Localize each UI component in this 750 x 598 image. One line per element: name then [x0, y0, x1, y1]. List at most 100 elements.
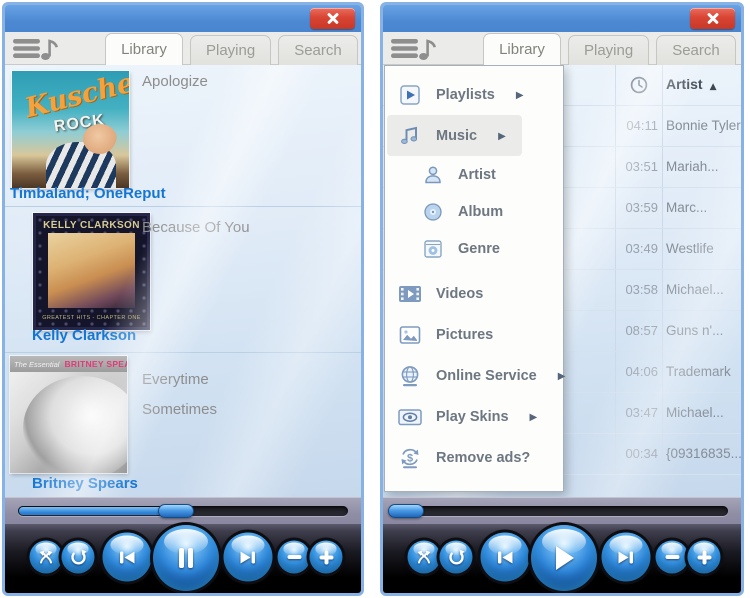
duration-cell: 04:11	[611, 118, 658, 133]
menu-item-label: Videos	[436, 286, 483, 302]
shuffle-button[interactable]	[408, 541, 441, 574]
previous-icon	[495, 549, 516, 565]
album-cover[interactable]: Kuschel ROCK	[12, 71, 129, 188]
duration-cell: 03:51	[611, 159, 658, 174]
track-title[interactable]: Because Of You	[142, 219, 250, 236]
menu-item-remove-ads[interactable]: $ Remove ads?	[385, 437, 563, 478]
plus-icon	[319, 550, 333, 564]
music-list-icon	[13, 36, 61, 62]
artist-cell: Michael...	[666, 405, 724, 420]
cover-photo	[23, 376, 127, 473]
tab-playing[interactable]: Playing	[190, 35, 271, 65]
tab-search[interactable]: Search	[656, 35, 736, 65]
track-title[interactable]: Everytime	[142, 371, 209, 388]
volume-down-button[interactable]	[656, 541, 689, 574]
library-menu-button[interactable]	[391, 36, 439, 62]
menu-item-album[interactable]: Album	[385, 193, 563, 230]
menu-item-playlists[interactable]: Playlists ▶	[385, 74, 563, 115]
close-button[interactable]	[690, 8, 735, 29]
next-icon	[616, 549, 637, 565]
menu-item-label: Online Service	[436, 368, 537, 384]
menu-item-genre[interactable]: Genre	[385, 230, 563, 267]
tab-bar: Library Playing Search	[5, 32, 361, 65]
menu-item-label: Remove ads?	[436, 450, 530, 466]
duration-cell: 03:58	[611, 282, 658, 297]
seek-thumb[interactable]	[158, 504, 194, 518]
cover-title: KELLY CLARKSON	[33, 220, 150, 231]
menu-item-artist[interactable]: Artist	[385, 156, 563, 193]
cover-photo	[48, 233, 135, 308]
player-window-library-menu: Library Playing Search Artist▲ 04:11 Bon…	[380, 2, 744, 596]
next-icon	[238, 549, 259, 565]
menu-item-label: Album	[458, 204, 503, 220]
artist-cell: Mariah...	[666, 159, 719, 174]
menu-item-label: Genre	[458, 241, 500, 257]
playback-controls	[5, 524, 361, 593]
seek-thumb[interactable]	[388, 504, 424, 518]
play-icon	[551, 544, 577, 572]
menu-item-music[interactable]: Music ▶	[387, 115, 522, 156]
repeat-icon	[448, 549, 464, 565]
seek-strip	[5, 497, 361, 524]
plus-icon	[697, 550, 711, 564]
duration-column-header[interactable]	[630, 76, 648, 99]
artist-header-label: Artist	[666, 76, 703, 92]
music-list-icon	[391, 36, 439, 62]
album-list: Kuschel ROCK Apologize Timbaland; OneRep…	[5, 65, 361, 497]
artist-cell: Guns n'...	[666, 323, 723, 338]
pictures-icon	[397, 325, 423, 345]
artist-cell: Marc...	[666, 200, 707, 215]
playback-controls	[383, 524, 741, 593]
titlebar[interactable]	[5, 5, 361, 32]
library-menu: Playlists ▶ Music ▶	[384, 65, 564, 492]
close-button[interactable]	[310, 8, 355, 29]
volume-up-button[interactable]	[688, 541, 721, 574]
menu-item-online-service[interactable]: Online Service ▶	[385, 355, 563, 396]
tabs: Library Playing Search	[483, 33, 736, 65]
tab-library[interactable]: Library	[105, 33, 183, 65]
seek-slider[interactable]	[396, 506, 728, 516]
player-window-library-albums: Library Playing Search Kuschel ROCK Apol…	[2, 2, 364, 596]
seek-slider[interactable]	[18, 506, 348, 516]
previous-button[interactable]	[481, 533, 530, 582]
next-button[interactable]	[602, 533, 651, 582]
album-cover[interactable]: The Essential BRITNEY SPEARS	[10, 356, 127, 473]
track-title[interactable]: Sometimes	[142, 401, 217, 418]
close-icon	[327, 13, 339, 25]
menu-item-videos[interactable]: Videos	[385, 273, 563, 314]
track-title[interactable]: Apologize	[142, 73, 208, 90]
previous-button[interactable]	[103, 533, 152, 582]
duration-cell: 04:06	[611, 364, 658, 379]
cover-subtitle: GREATEST HITS - CHAPTER ONE	[33, 315, 150, 321]
play-button[interactable]	[531, 525, 597, 591]
titlebar[interactable]	[383, 5, 741, 32]
cover-subtitle: BRITNEY SPEARS	[64, 359, 127, 369]
artist-link[interactable]: Britney Spears	[32, 475, 138, 492]
repeat-button[interactable]	[440, 541, 473, 574]
artist-link[interactable]: Timbaland; OneReput	[10, 185, 166, 202]
svg-text:$: $	[407, 452, 413, 464]
album-cover[interactable]: KELLY CLARKSON GREATEST HITS - CHAPTER O…	[33, 213, 150, 330]
pause-button[interactable]	[153, 525, 219, 591]
volume-down-button[interactable]	[278, 541, 311, 574]
tab-playing[interactable]: Playing	[568, 35, 649, 65]
tab-bar: Library Playing Search	[383, 32, 741, 65]
artist-link[interactable]: Kelly Clarkson	[32, 327, 136, 344]
library-menu-button[interactable]	[13, 36, 61, 62]
remove-ads-icon: $	[397, 447, 423, 469]
volume-up-button[interactable]	[310, 541, 343, 574]
menu-item-pictures[interactable]: Pictures	[385, 314, 563, 355]
menu-item-play-skins[interactable]: Play Skins ▶	[385, 396, 563, 437]
shuffle-button[interactable]	[30, 541, 63, 574]
playlists-icon	[397, 84, 423, 106]
tab-library[interactable]: Library	[483, 33, 561, 65]
next-button[interactable]	[224, 533, 273, 582]
previous-icon	[117, 549, 138, 565]
menu-item-label: Playlists	[436, 87, 495, 103]
shuffle-icon	[39, 551, 54, 564]
artist-column-header[interactable]: Artist▲	[666, 76, 716, 92]
repeat-button[interactable]	[62, 541, 95, 574]
tab-search[interactable]: Search	[278, 35, 358, 65]
duration-cell: 03:47	[611, 405, 658, 420]
minus-icon	[287, 555, 301, 560]
